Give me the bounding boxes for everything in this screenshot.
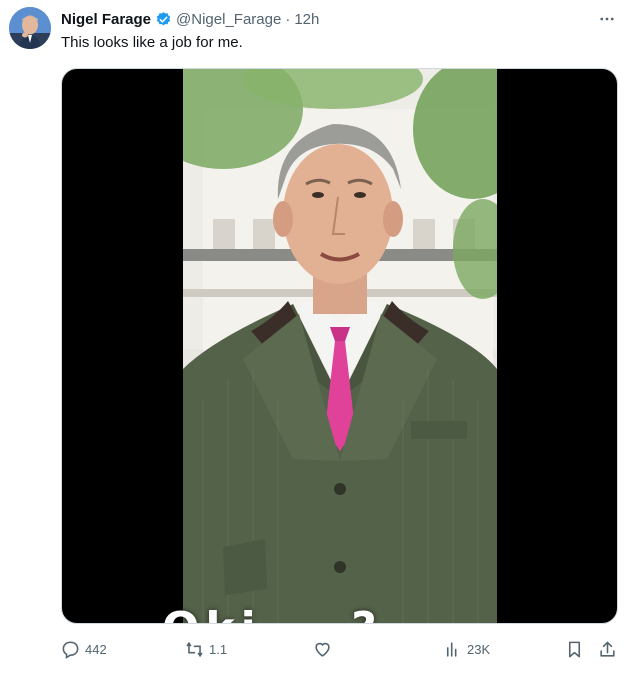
like-icon: [313, 640, 332, 659]
views-icon: [443, 640, 462, 659]
repost-count: 1.1: [209, 641, 228, 657]
tweet-header: Nigel Farage @Nigel_Farage · 12h: [61, 8, 618, 30]
video-player[interactable]: Oki... ?: [61, 68, 618, 624]
video-caption: Oki... ?: [162, 603, 383, 623]
author-avatar[interactable]: [9, 7, 51, 49]
separator-dot: ·: [285, 10, 291, 28]
share-button[interactable]: [598, 637, 617, 661]
views-count: 23K: [467, 641, 491, 657]
like-button[interactable]: [313, 637, 337, 661]
tweet-actions: 442 1.1 23K: [61, 637, 621, 661]
repost-icon: [185, 640, 204, 659]
author-name[interactable]: Nigel Farage: [61, 11, 151, 28]
reply-icon: [61, 640, 80, 659]
bookmark-button[interactable]: [565, 637, 584, 661]
bookmark-icon: [565, 640, 584, 659]
author-handle[interactable]: @Nigel_Farage: [176, 11, 281, 28]
timestamp[interactable]: 12h: [294, 11, 319, 28]
verified-badge-icon: [155, 11, 172, 28]
reply-button[interactable]: 442: [61, 637, 107, 661]
tweet-text: This looks like a job for me.: [61, 34, 243, 51]
reply-count: 442: [85, 641, 107, 657]
video-frame[interactable]: [183, 69, 497, 623]
repost-button[interactable]: 1.1: [185, 637, 227, 661]
views-button[interactable]: 23K: [443, 637, 490, 661]
share-icon: [598, 640, 617, 659]
more-horizontal-icon[interactable]: [596, 8, 618, 30]
